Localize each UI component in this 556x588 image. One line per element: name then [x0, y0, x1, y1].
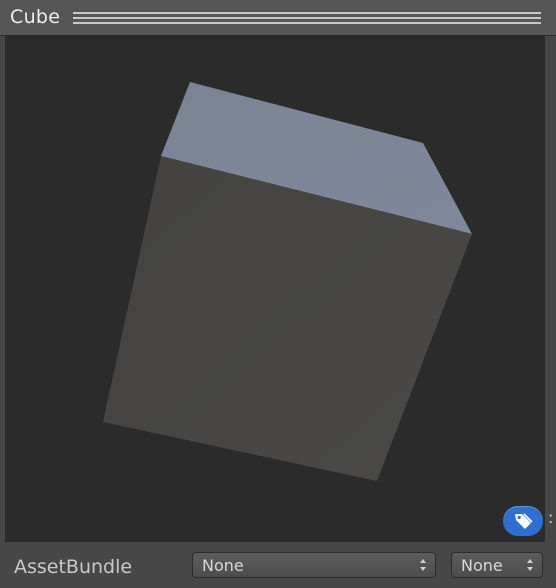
- tag-icon: [515, 513, 533, 529]
- asset-bundle-bar: AssetBundle None None: [0, 542, 556, 588]
- label-tag-button[interactable]: [503, 506, 543, 536]
- asset-bundle-name-dropdown[interactable]: None: [192, 552, 436, 578]
- inspector-header: Cube: [0, 0, 556, 36]
- cube-render: [103, 82, 472, 481]
- up-down-arrows-icon: [420, 559, 426, 571]
- up-down-arrows-icon: [527, 559, 533, 571]
- preview-viewport[interactable]: [5, 36, 545, 542]
- panel-edge-mark: :: [548, 508, 554, 527]
- resize-grip[interactable]: [73, 12, 541, 24]
- asset-bundle-variant-dropdown[interactable]: None: [451, 552, 543, 578]
- asset-bundle-name-value: None: [202, 556, 244, 575]
- object-title: Cube: [10, 6, 61, 28]
- asset-bundle-variant-value: None: [461, 556, 503, 575]
- asset-bundle-label: AssetBundle: [14, 556, 133, 578]
